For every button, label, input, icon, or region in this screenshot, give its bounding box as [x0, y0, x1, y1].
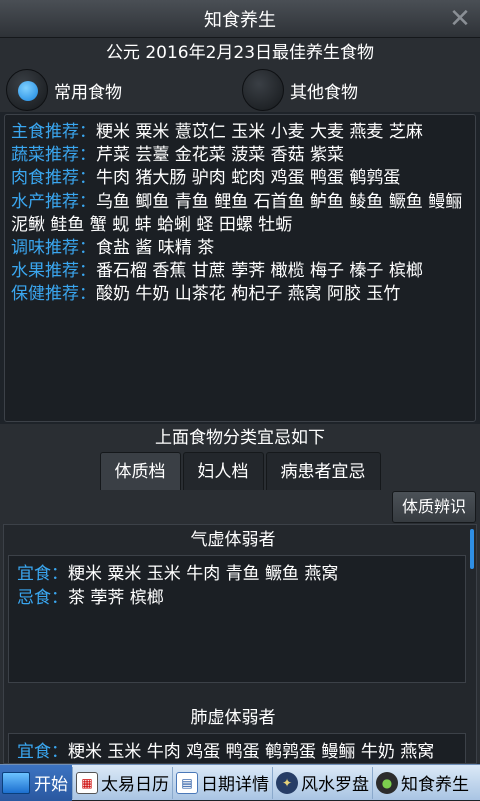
calendar-icon: ▦ — [76, 771, 98, 794]
group-title: 气虚体弱者 — [190, 530, 276, 550]
compass-icon: ✦ — [276, 771, 298, 794]
list-item: 水果推荐：番石榴 香蕉 甘蔗 荸荠 橄榄 梅子 榛子 槟榔 — [11, 260, 469, 283]
task-label: 风水罗盘 — [301, 775, 369, 795]
category-label: 肉食推荐： — [11, 168, 96, 189]
suitable-label: 宜食： — [17, 564, 68, 584]
section-title: 上面食物分类宜忌如下 — [0, 424, 480, 452]
list-item: 调味推荐：食盐 酱 味精 茶 — [11, 237, 469, 260]
tab-constitution[interactable]: 体质档 — [99, 452, 181, 490]
suitable-foods: 粳米 粟米 玉米 牛肉 青鱼 鳜鱼 燕窝 — [68, 564, 339, 584]
monitor-icon — [2, 771, 30, 794]
tab-patient[interactable]: 病患者宜忌 — [265, 452, 381, 490]
group-title: 肺虚体弱者 — [190, 708, 276, 728]
radio-selected-icon[interactable] — [6, 69, 48, 111]
title-bar: 知食养生 ✕ — [0, 0, 480, 38]
category-items: 牛肉 猪大肠 驴肉 蛇肉 鸡蛋 鸭蛋 鹌鹑蛋 — [96, 168, 401, 189]
constitution-scroll-panel[interactable]: 气虚体弱者 宜食：粳米 粟米 玉米 牛肉 青鱼 鳜鱼 燕窝 忌食：茶 荸荠 槟榔… — [3, 524, 477, 764]
avoid-label: 忌食： — [17, 588, 68, 608]
suitable-label: 宜食： — [17, 742, 68, 762]
start-label: 开始 — [34, 775, 68, 795]
date-heading: 公元 2016年2月23日最佳养生食物 — [0, 38, 480, 68]
app-title: 知食养生 — [204, 9, 276, 31]
date-icon: ▤ — [176, 771, 198, 794]
category-label: 调味推荐： — [11, 238, 96, 259]
list-item: 主食推荐：粳米 粟米 薏苡仁 玉米 小麦 大麦 燕麦 芝麻 — [11, 121, 469, 144]
category-label: 水果推荐： — [11, 261, 96, 282]
category-label: 水产推荐： — [11, 191, 96, 212]
radio-unselected-icon[interactable] — [242, 69, 284, 111]
category-items: 酸奶 牛奶 山茶花 枸杞子 燕窝 阿胶 玉竹 — [96, 284, 401, 305]
food-icon: ● — [376, 771, 398, 794]
radio-other-food[interactable]: 其他食物 — [242, 68, 358, 112]
constitution-identify-button[interactable]: 体质辨识 — [392, 491, 476, 523]
radio-label: 其他食物 — [290, 82, 358, 103]
task-label: 太易日历 — [101, 775, 169, 795]
task-food[interactable]: ● 知食养生 — [372, 766, 472, 799]
radio-common-food[interactable]: 常用食物 — [6, 68, 122, 112]
list-item: 保健推荐：酸奶 牛奶 山茶花 枸杞子 燕窝 阿胶 玉竹 — [11, 283, 469, 306]
food-type-radio-group: 常用食物 其他食物 — [0, 68, 480, 112]
close-icon[interactable]: ✕ — [446, 5, 474, 33]
list-item: 蔬菜推荐：芹菜 芸薹 金花菜 菠菜 香菇 紫菜 — [11, 144, 469, 167]
category-items: 粳米 粟米 薏苡仁 玉米 小麦 大麦 燕麦 芝麻 — [96, 122, 423, 142]
category-label: 保健推荐： — [11, 284, 96, 305]
task-date-detail[interactable]: ▤ 日期详情 — [172, 766, 272, 799]
tab-bar: 体质档 妇人档 病患者宜忌 — [0, 452, 480, 490]
start-button[interactable]: 开始 — [0, 764, 72, 801]
radio-label: 常用食物 — [54, 82, 122, 103]
list-item: 水产推荐：乌鱼 鲫鱼 青鱼 鲤鱼 石首鱼 鲈鱼 鲮鱼 鳜鱼 鳗鲡 泥鳅 鲑鱼 蟹… — [11, 191, 469, 237]
group-box: 宜食：粳米 玉米 牛肉 鸡蛋 鸭蛋 鹌鹑蛋 鳗鲡 牛奶 燕窝 — [8, 733, 466, 763]
category-label: 主食推荐： — [11, 122, 96, 142]
group-box: 宜食：粳米 粟米 玉米 牛肉 青鱼 鳜鱼 燕窝 忌食：茶 荸荠 槟榔 — [8, 555, 466, 683]
task-calendar[interactable]: ▦ 太易日历 — [72, 766, 172, 799]
scrollbar[interactable] — [470, 529, 474, 569]
category-label: 蔬菜推荐： — [11, 145, 96, 166]
tab-women[interactable]: 妇人档 — [182, 452, 264, 490]
list-item: 肉食推荐：牛肉 猪大肠 驴肉 蛇肉 鸡蛋 鸭蛋 鹌鹑蛋 — [11, 167, 469, 190]
task-compass[interactable]: ✦ 风水罗盘 — [272, 766, 372, 799]
category-items: 食盐 酱 味精 茶 — [96, 238, 215, 259]
category-items: 芹菜 芸薹 金花菜 菠菜 香菇 紫菜 — [96, 145, 345, 166]
task-label: 日期详情 — [201, 775, 269, 795]
suitable-foods: 粳米 玉米 牛肉 鸡蛋 鸭蛋 鹌鹑蛋 鳗鲡 牛奶 燕窝 — [68, 742, 435, 762]
task-label: 知食养生 — [401, 775, 469, 795]
food-recommendation-list: 主食推荐：粳米 粟米 薏苡仁 玉米 小麦 大麦 燕麦 芝麻 蔬菜推荐：芹菜 芸薹… — [4, 114, 476, 422]
category-items: 番石榴 香蕉 甘蔗 荸荠 橄榄 梅子 榛子 槟榔 — [96, 261, 423, 282]
avoid-foods: 茶 荸荠 槟榔 — [68, 588, 164, 608]
taskbar: 开始 ▦ 太易日历 ▤ 日期详情 ✦ 风水罗盘 ● 知食养生 — [0, 764, 480, 801]
